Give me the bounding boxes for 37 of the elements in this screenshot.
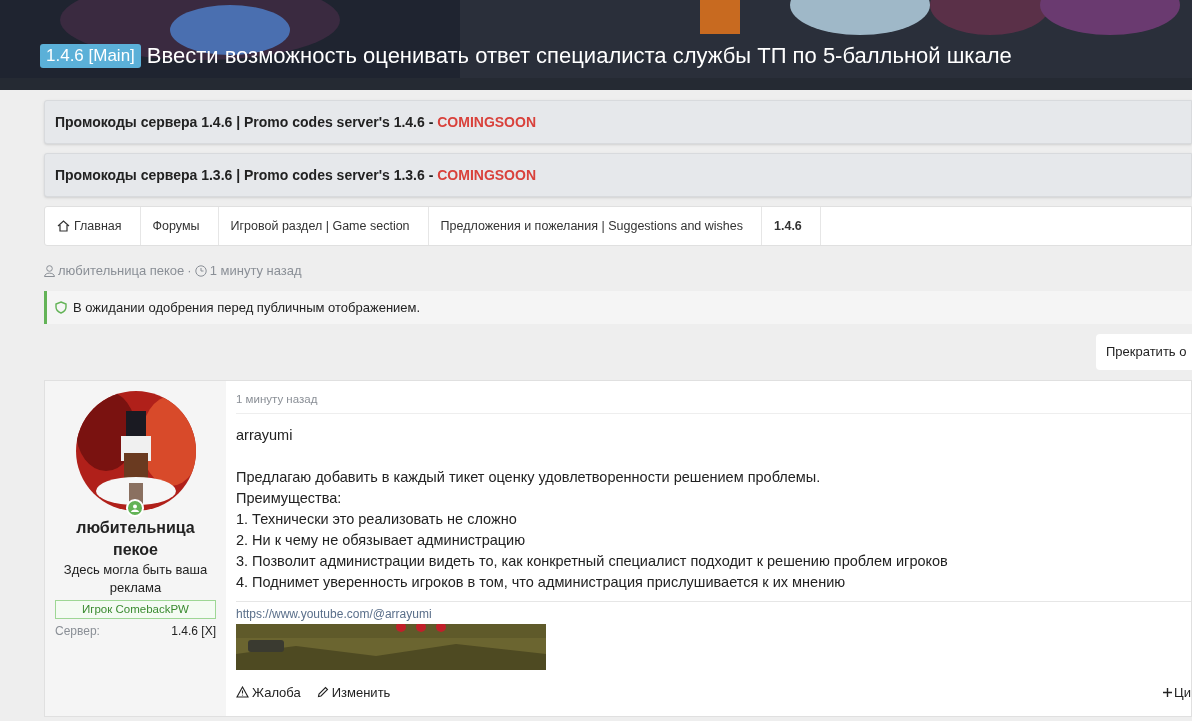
server-label: Сервер: <box>55 623 100 640</box>
notice-text: Промокоды сервера 1.3.6 | Promo codes server's 1.3.6 - COMINGSOON <box>55 165 536 185</box>
username-link[interactable]: любительница пекое <box>55 517 216 561</box>
post-time: 1 минуту назад <box>209 262 302 281</box>
post-text-line: 3. Позволит администрации видеть то, как конкретный специалист подходит к решению проблем игроков <box>236 552 949 572</box>
pencil-icon <box>316 686 329 699</box>
post-text-line: Предлагаю добавить в каждый тикет оценку удовлетворенности решением проблемы. <box>236 468 822 488</box>
plus-icon <box>1163 687 1173 697</box>
home-icon <box>57 220 70 232</box>
clock-icon <box>194 265 207 277</box>
watch-button[interactable]: Прекратить о <box>1096 334 1192 370</box>
breadcrumb-link[interactable]: Форумы <box>140 207 219 245</box>
breadcrumb-link[interactable]: Главная <box>45 207 141 245</box>
breadcrumb-link[interactable]: 1.4.6 <box>762 207 821 245</box>
prefix-label: 1.4.6 [Main] <box>40 44 141 68</box>
warning-icon <box>236 686 249 699</box>
notice-text: Промокоды сервера 1.4.6 | Promo codes server's 1.4.6 - COMINGSOON <box>55 112 536 132</box>
user-title: Здесь могла быть ваша реклама <box>62 561 209 597</box>
separator-dot: · <box>187 262 192 281</box>
post-text-line: 1. Технически это реализовать не сложно <box>236 510 518 530</box>
user-banner: Игрок ComebackPW <box>55 600 216 619</box>
post-text-line: 4. Поднимет уверенность игроков в том, что администрация прислушивается к их мнению <box>236 573 847 593</box>
breadcrumb-link[interactable]: Игровой раздел | Game section <box>218 207 429 245</box>
edit-link[interactable]: Изменить <box>316 682 391 702</box>
server-value: 1.4.6 [X] <box>171 623 216 640</box>
post-text-line: 2. Ни к чему не обязывает администрацию <box>236 531 527 551</box>
post-text-line: Преимущества: <box>236 489 343 509</box>
thread-title: Ввести возможность оценивать ответ специалиста службы ТП по 5-балльной шкале <box>146 42 1012 70</box>
report-link[interactable]: Жалоба <box>236 682 301 702</box>
post-text-line: arrayumi <box>236 426 294 446</box>
post-time: 1 минуту назад <box>236 391 1191 415</box>
breadcrumb-link[interactable]: Предложения и пожелания | Suggestions and wishes <box>428 207 762 245</box>
user-icon <box>44 265 55 277</box>
quote-link[interactable]: Ци <box>1163 682 1191 702</box>
shield-icon <box>55 301 67 314</box>
signature-link[interactable]: https://www.youtube.com/@arrayumi <box>236 605 432 624</box>
approval-text: В ожидании одобрения перед публичным отображением. <box>73 298 421 317</box>
